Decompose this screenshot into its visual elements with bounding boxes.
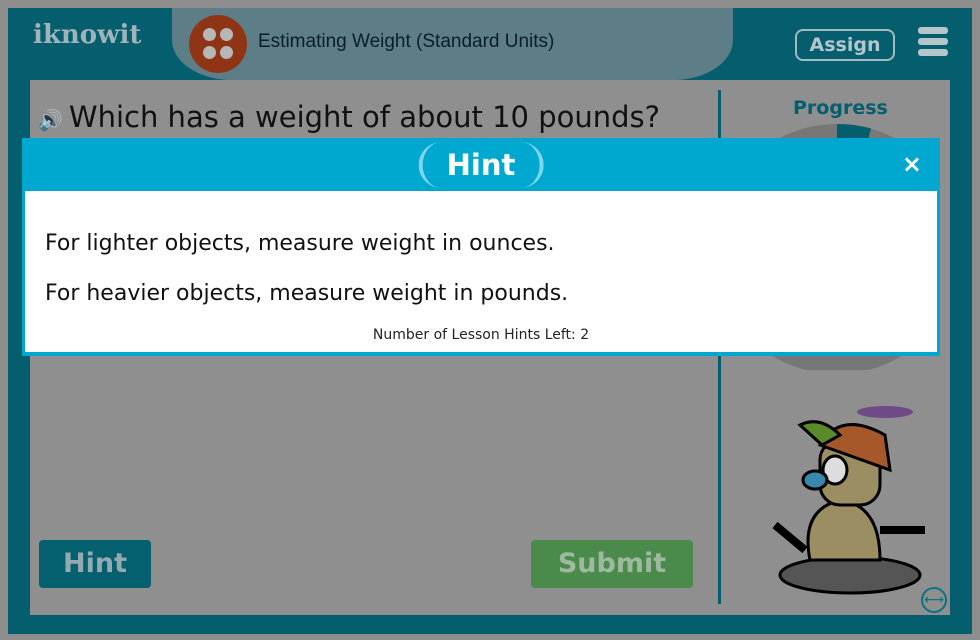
- submit-button[interactable]: Submit: [531, 540, 693, 588]
- swap-icon[interactable]: ⟷: [921, 587, 947, 613]
- lesson-title: Estimating Weight (Standard Units): [258, 31, 555, 52]
- speaker-icon[interactable]: 🔊: [38, 108, 63, 132]
- hint-button[interactable]: Hint: [39, 540, 151, 588]
- modal-body: For lighter objects, measure weight in o…: [25, 191, 937, 352]
- assign-button[interactable]: Assign: [795, 29, 895, 61]
- hints-left: Number of Lesson Hints Left: 2: [372, 327, 590, 343]
- progress-label: Progress: [793, 97, 888, 119]
- question-text: Which has a weight of about 10 pounds?: [68, 100, 661, 134]
- question: 🔊 Which has a weight of about 10 pounds?: [38, 100, 660, 134]
- modal-title: Hint: [418, 142, 544, 188]
- logo[interactable]: iknowit: [33, 20, 141, 50]
- hint-line: For lighter objects, measure weight in o…: [45, 231, 555, 256]
- hint-line: For heavier objects, measure weight in p…: [45, 281, 569, 306]
- hint-modal: Hint × For lighter objects, measure weig…: [22, 138, 940, 356]
- robot-mascot: [772, 406, 925, 595]
- close-icon[interactable]: ×: [902, 150, 922, 178]
- lesson-icon: [189, 15, 247, 73]
- menu-icon[interactable]: [918, 27, 948, 60]
- modal-header: Hint ×: [22, 138, 940, 191]
